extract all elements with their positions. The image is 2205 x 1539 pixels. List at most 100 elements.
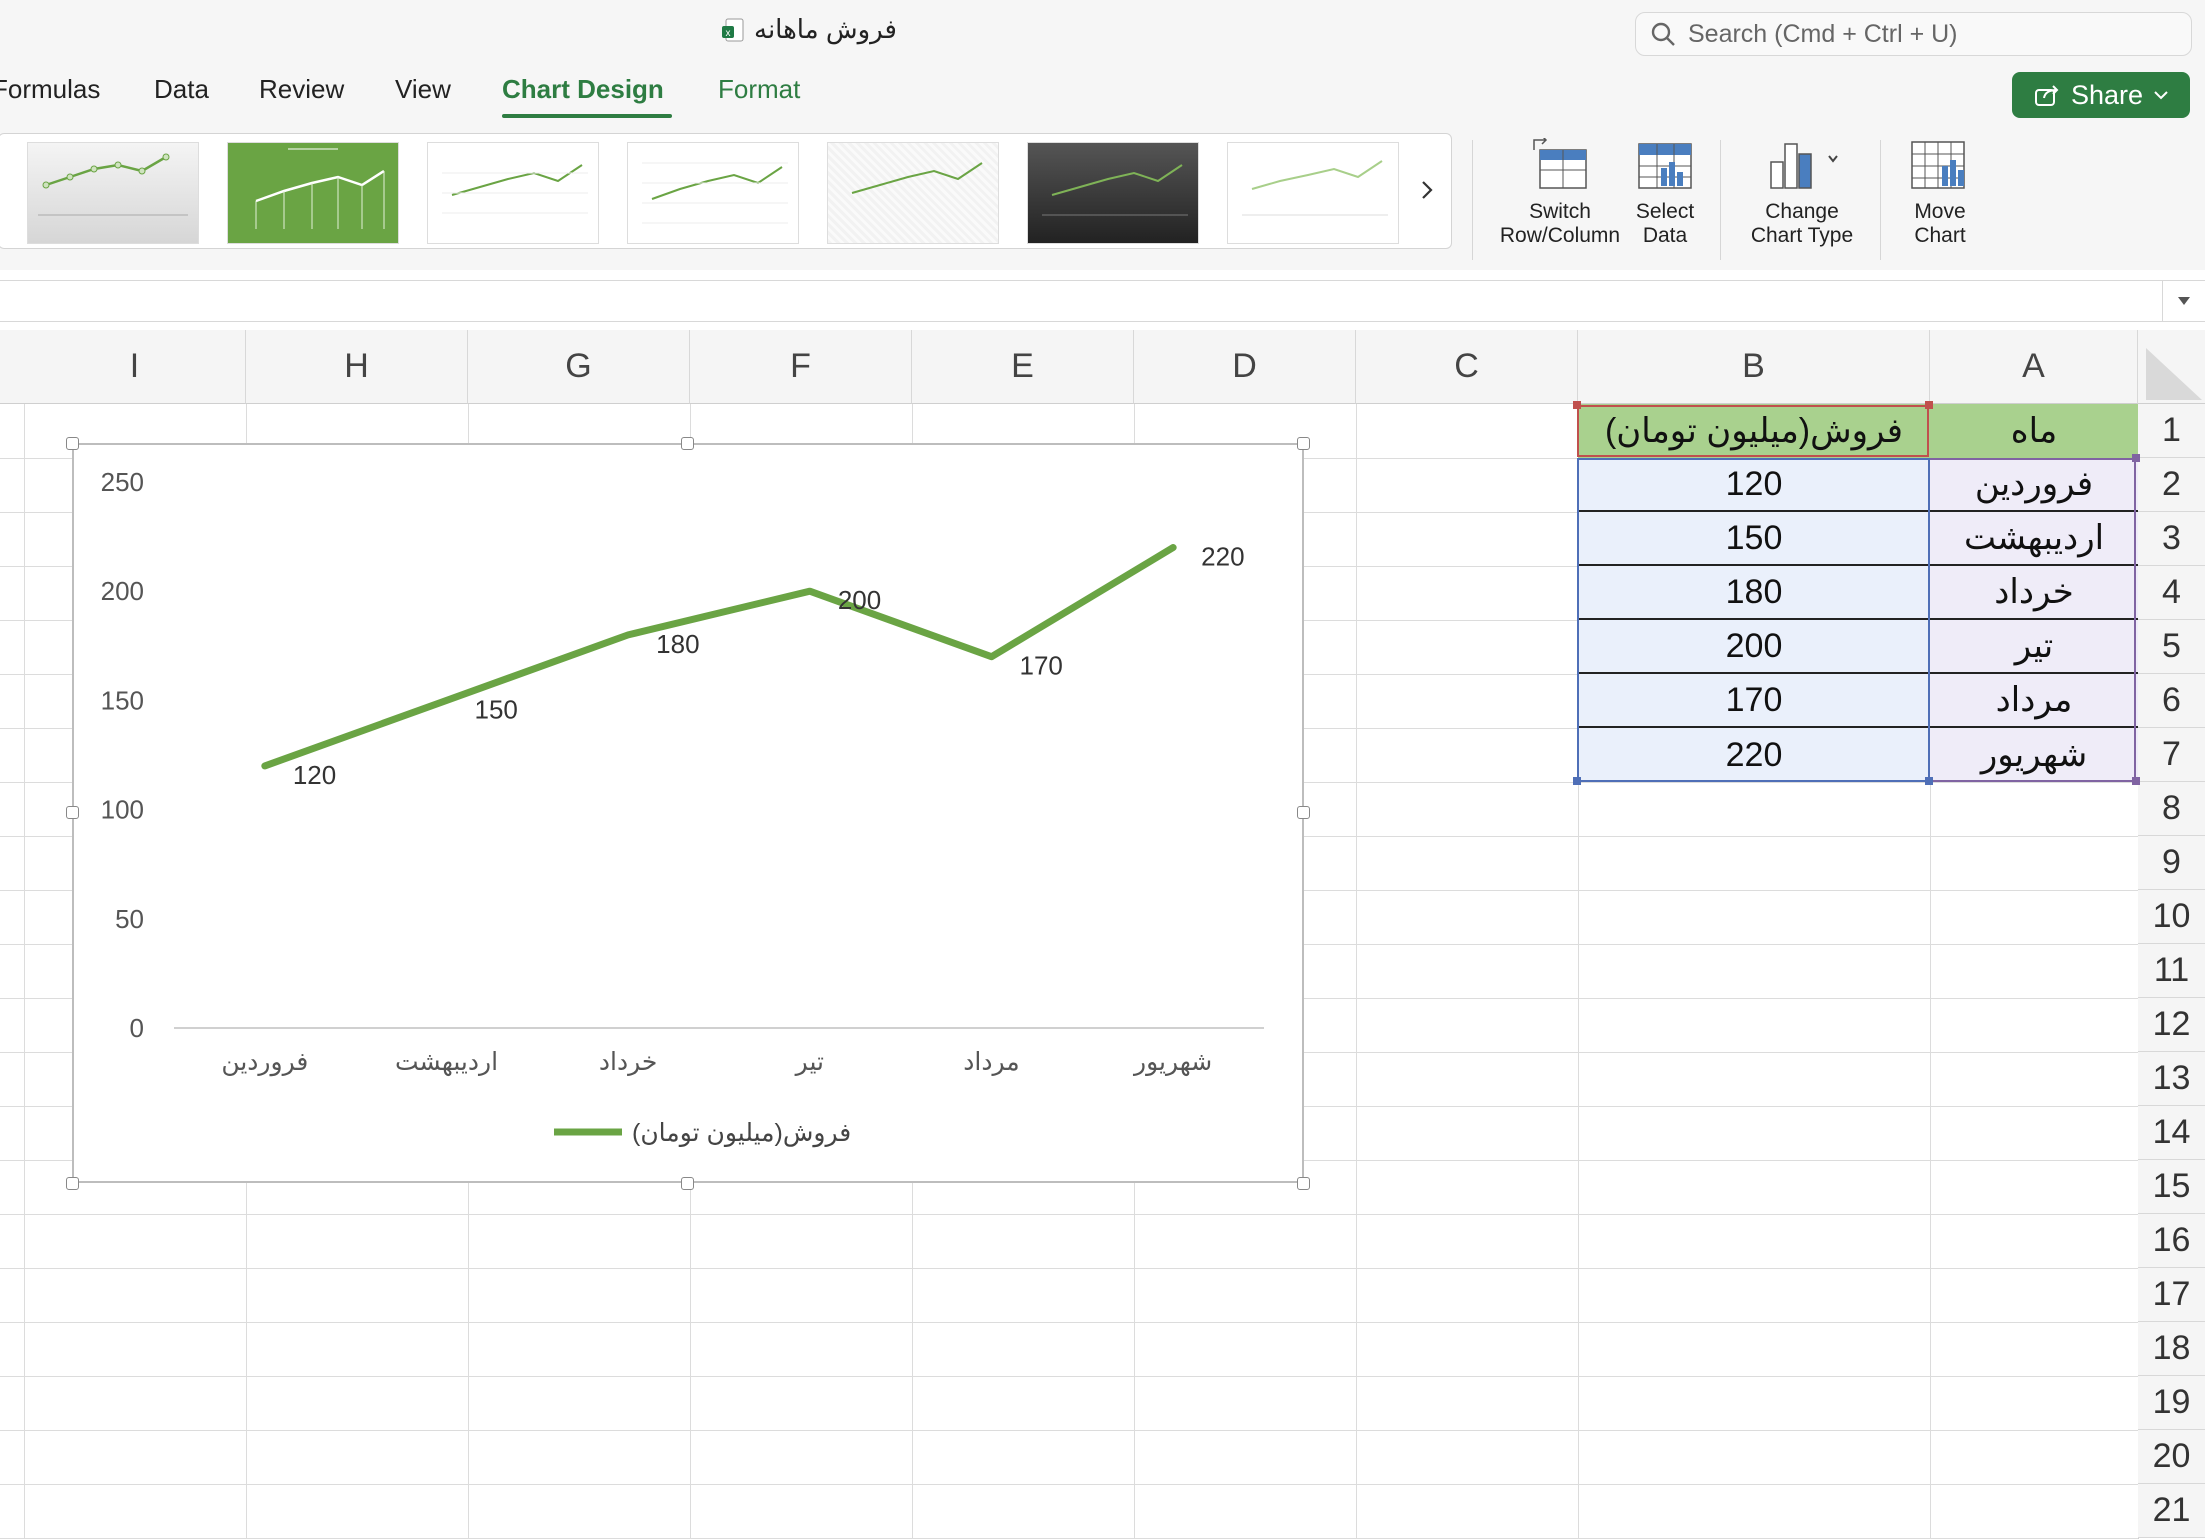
row-header[interactable]: 19 — [2138, 1376, 2205, 1430]
range-corner-handle[interactable] — [1925, 401, 1933, 409]
column-header-e[interactable]: E — [912, 330, 1134, 404]
search-box[interactable]: Search (Cmd + Ctrl + U) — [1635, 12, 2192, 56]
row-header[interactable]: 17 — [2138, 1268, 2205, 1322]
row-header[interactable]: 15 — [2138, 1160, 2205, 1214]
y-tick-label: 150 — [101, 685, 144, 715]
tab-formulas[interactable]: Formulas — [0, 74, 100, 105]
data-label: 170 — [1020, 651, 1063, 681]
switch-row-column-icon — [1533, 138, 1587, 189]
range-corner-handle[interactable] — [1573, 777, 1581, 785]
y-tick-label: 250 — [101, 467, 144, 497]
document-title-text: فروش ماهانه — [754, 14, 897, 44]
row-header[interactable]: 7 — [2138, 728, 2205, 782]
row-header[interactable]: 21 — [2138, 1484, 2205, 1538]
gridline — [1356, 404, 1357, 1539]
tab-chart-design[interactable]: Chart Design — [502, 74, 664, 105]
chart-resize-handle[interactable] — [1297, 806, 1310, 819]
ribbon-separator — [1472, 140, 1473, 260]
chart-resize-handle[interactable] — [1297, 1177, 1310, 1190]
column-header-d[interactable]: D — [1134, 330, 1356, 404]
row-header[interactable]: 18 — [2138, 1322, 2205, 1376]
row-header[interactable]: 14 — [2138, 1106, 2205, 1160]
x-tick-label: فروردین — [221, 1048, 308, 1077]
row-header[interactable]: 12 — [2138, 998, 2205, 1052]
row-header[interactable]: 2 — [2138, 458, 2205, 512]
row-header[interactable]: 10 — [2138, 890, 2205, 944]
gridline — [0, 1430, 2138, 1431]
tab-view[interactable]: View — [395, 74, 451, 105]
select-all-corner[interactable] — [2138, 330, 2205, 404]
row-header[interactable]: 16 — [2138, 1214, 2205, 1268]
row-header[interactable]: 8 — [2138, 782, 2205, 836]
formula-bar[interactable] — [0, 280, 2205, 322]
chart-resize-handle[interactable] — [66, 437, 79, 450]
chart-style-6-preview — [1042, 164, 1188, 216]
change-line1: Change — [1765, 200, 1839, 223]
column-header-a[interactable]: A — [1930, 330, 2138, 404]
chevron-right-icon[interactable] — [1419, 178, 1435, 202]
row-header[interactable]: 11 — [2138, 944, 2205, 998]
range-corner-handle[interactable] — [2132, 777, 2140, 785]
chart-resize-handle[interactable] — [681, 437, 694, 450]
x-tick-label: اردیبهشت — [395, 1048, 498, 1077]
range-corner-handle[interactable] — [2132, 454, 2140, 462]
chart-style-7-preview — [1242, 160, 1388, 216]
select-data-icon — [1638, 143, 1692, 189]
data-label: 180 — [656, 629, 699, 659]
row-header[interactable]: 9 — [2138, 836, 2205, 890]
column-header-h[interactable]: H — [246, 330, 468, 404]
chevron-down-icon — [2154, 91, 2168, 100]
line-chart[interactable]: 0 50 100 150 200 250 فروردین اردیبهشت خرداد تیر مر… — [72, 443, 1304, 1183]
tab-data[interactable]: Data — [154, 74, 209, 105]
chart-resize-handle[interactable] — [66, 1177, 79, 1190]
data-point — [261, 762, 268, 769]
data-point — [988, 653, 995, 660]
chart-style-2[interactable] — [227, 142, 399, 244]
chart-style-6[interactable] — [1027, 142, 1199, 244]
chart-style-4[interactable] — [627, 142, 799, 244]
search-placeholder[interactable]: Search (Cmd + Ctrl + U) — [1688, 20, 1958, 49]
range-corner-handle[interactable] — [1925, 777, 1933, 785]
range-corner-handle[interactable] — [1573, 401, 1581, 409]
tab-review[interactable]: Review — [259, 74, 344, 105]
category-range-outline — [1928, 458, 2136, 782]
column-header-c[interactable]: C — [1356, 330, 1578, 404]
row-header[interactable]: 3 — [2138, 512, 2205, 566]
chart-style-3[interactable] — [427, 142, 599, 244]
chart-resize-handle[interactable] — [66, 806, 79, 819]
share-button[interactable]: Share — [2012, 72, 2190, 118]
move-chart-button[interactable]: Move Chart — [1898, 138, 1982, 248]
chart-style-7[interactable] — [1227, 142, 1399, 244]
share-icon — [2034, 85, 2059, 106]
select-line2: Data — [1642, 224, 1688, 247]
select-data-button[interactable]: Select Data — [1625, 138, 1705, 248]
row-header[interactable]: 13 — [2138, 1052, 2205, 1106]
switch-row-column-button[interactable]: Switch Row/Column — [1490, 138, 1630, 248]
column-header-i[interactable]: I — [24, 330, 246, 404]
data-point — [625, 631, 632, 638]
tab-format[interactable]: Format — [718, 74, 800, 105]
switch-line2: Row/Column — [1499, 224, 1621, 247]
expand-formula-icon[interactable] — [2176, 294, 2192, 308]
column-header-f[interactable]: F — [690, 330, 912, 404]
chart-resize-handle[interactable] — [1297, 437, 1310, 450]
row-header[interactable]: 5 — [2138, 620, 2205, 674]
chart-style-5[interactable] — [827, 142, 999, 244]
gridline — [0, 1268, 2138, 1269]
data-point — [806, 588, 813, 595]
row-header[interactable]: 20 — [2138, 1430, 2205, 1484]
values-range-outline — [1577, 458, 1930, 782]
x-tick-label: شهریور — [1132, 1048, 1212, 1077]
chart-resize-handle[interactable] — [681, 1177, 694, 1190]
row-header[interactable]: 4 — [2138, 566, 2205, 620]
chart-style-1[interactable] — [27, 142, 199, 244]
column-header-b[interactable]: B — [1578, 330, 1930, 404]
chart-styles-gallery — [0, 133, 1452, 249]
cell-a1-header[interactable]: ماه — [1930, 404, 2138, 458]
row-header[interactable]: 1 — [2138, 404, 2205, 458]
change-chart-type-button[interactable]: Change Chart Type — [1735, 138, 1869, 248]
chart-style-5-preview — [851, 162, 983, 194]
column-header-g[interactable]: G — [468, 330, 690, 404]
search-icon — [1651, 22, 1675, 46]
row-header[interactable]: 6 — [2138, 674, 2205, 728]
